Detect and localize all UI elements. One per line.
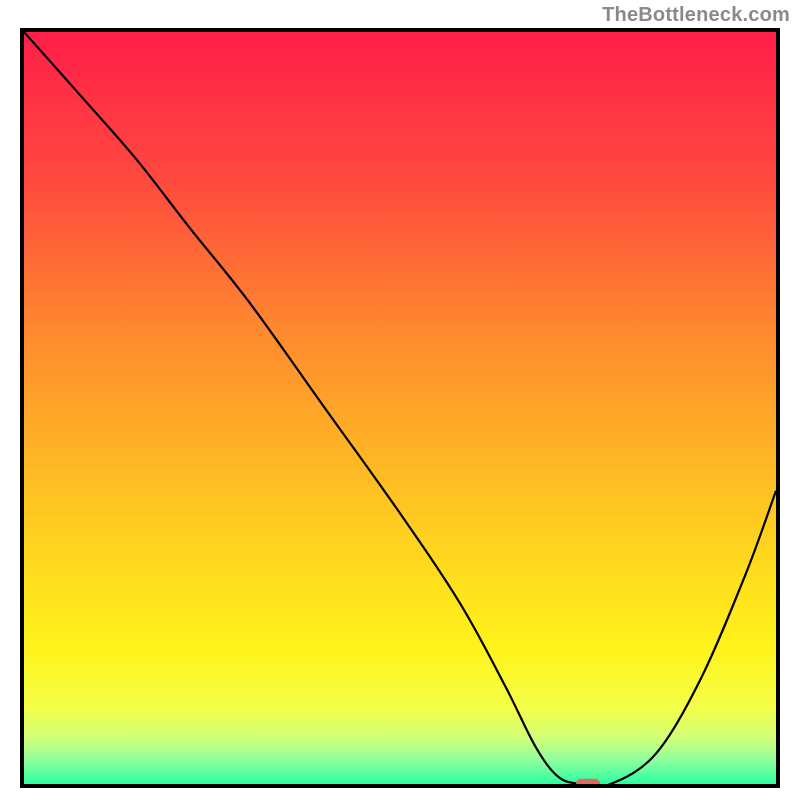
watermark-text: TheBottleneck.com (602, 4, 790, 27)
optimum-marker (576, 779, 600, 784)
chart-frame (20, 28, 780, 788)
chart-background (24, 32, 776, 784)
chart-svg (24, 32, 776, 784)
